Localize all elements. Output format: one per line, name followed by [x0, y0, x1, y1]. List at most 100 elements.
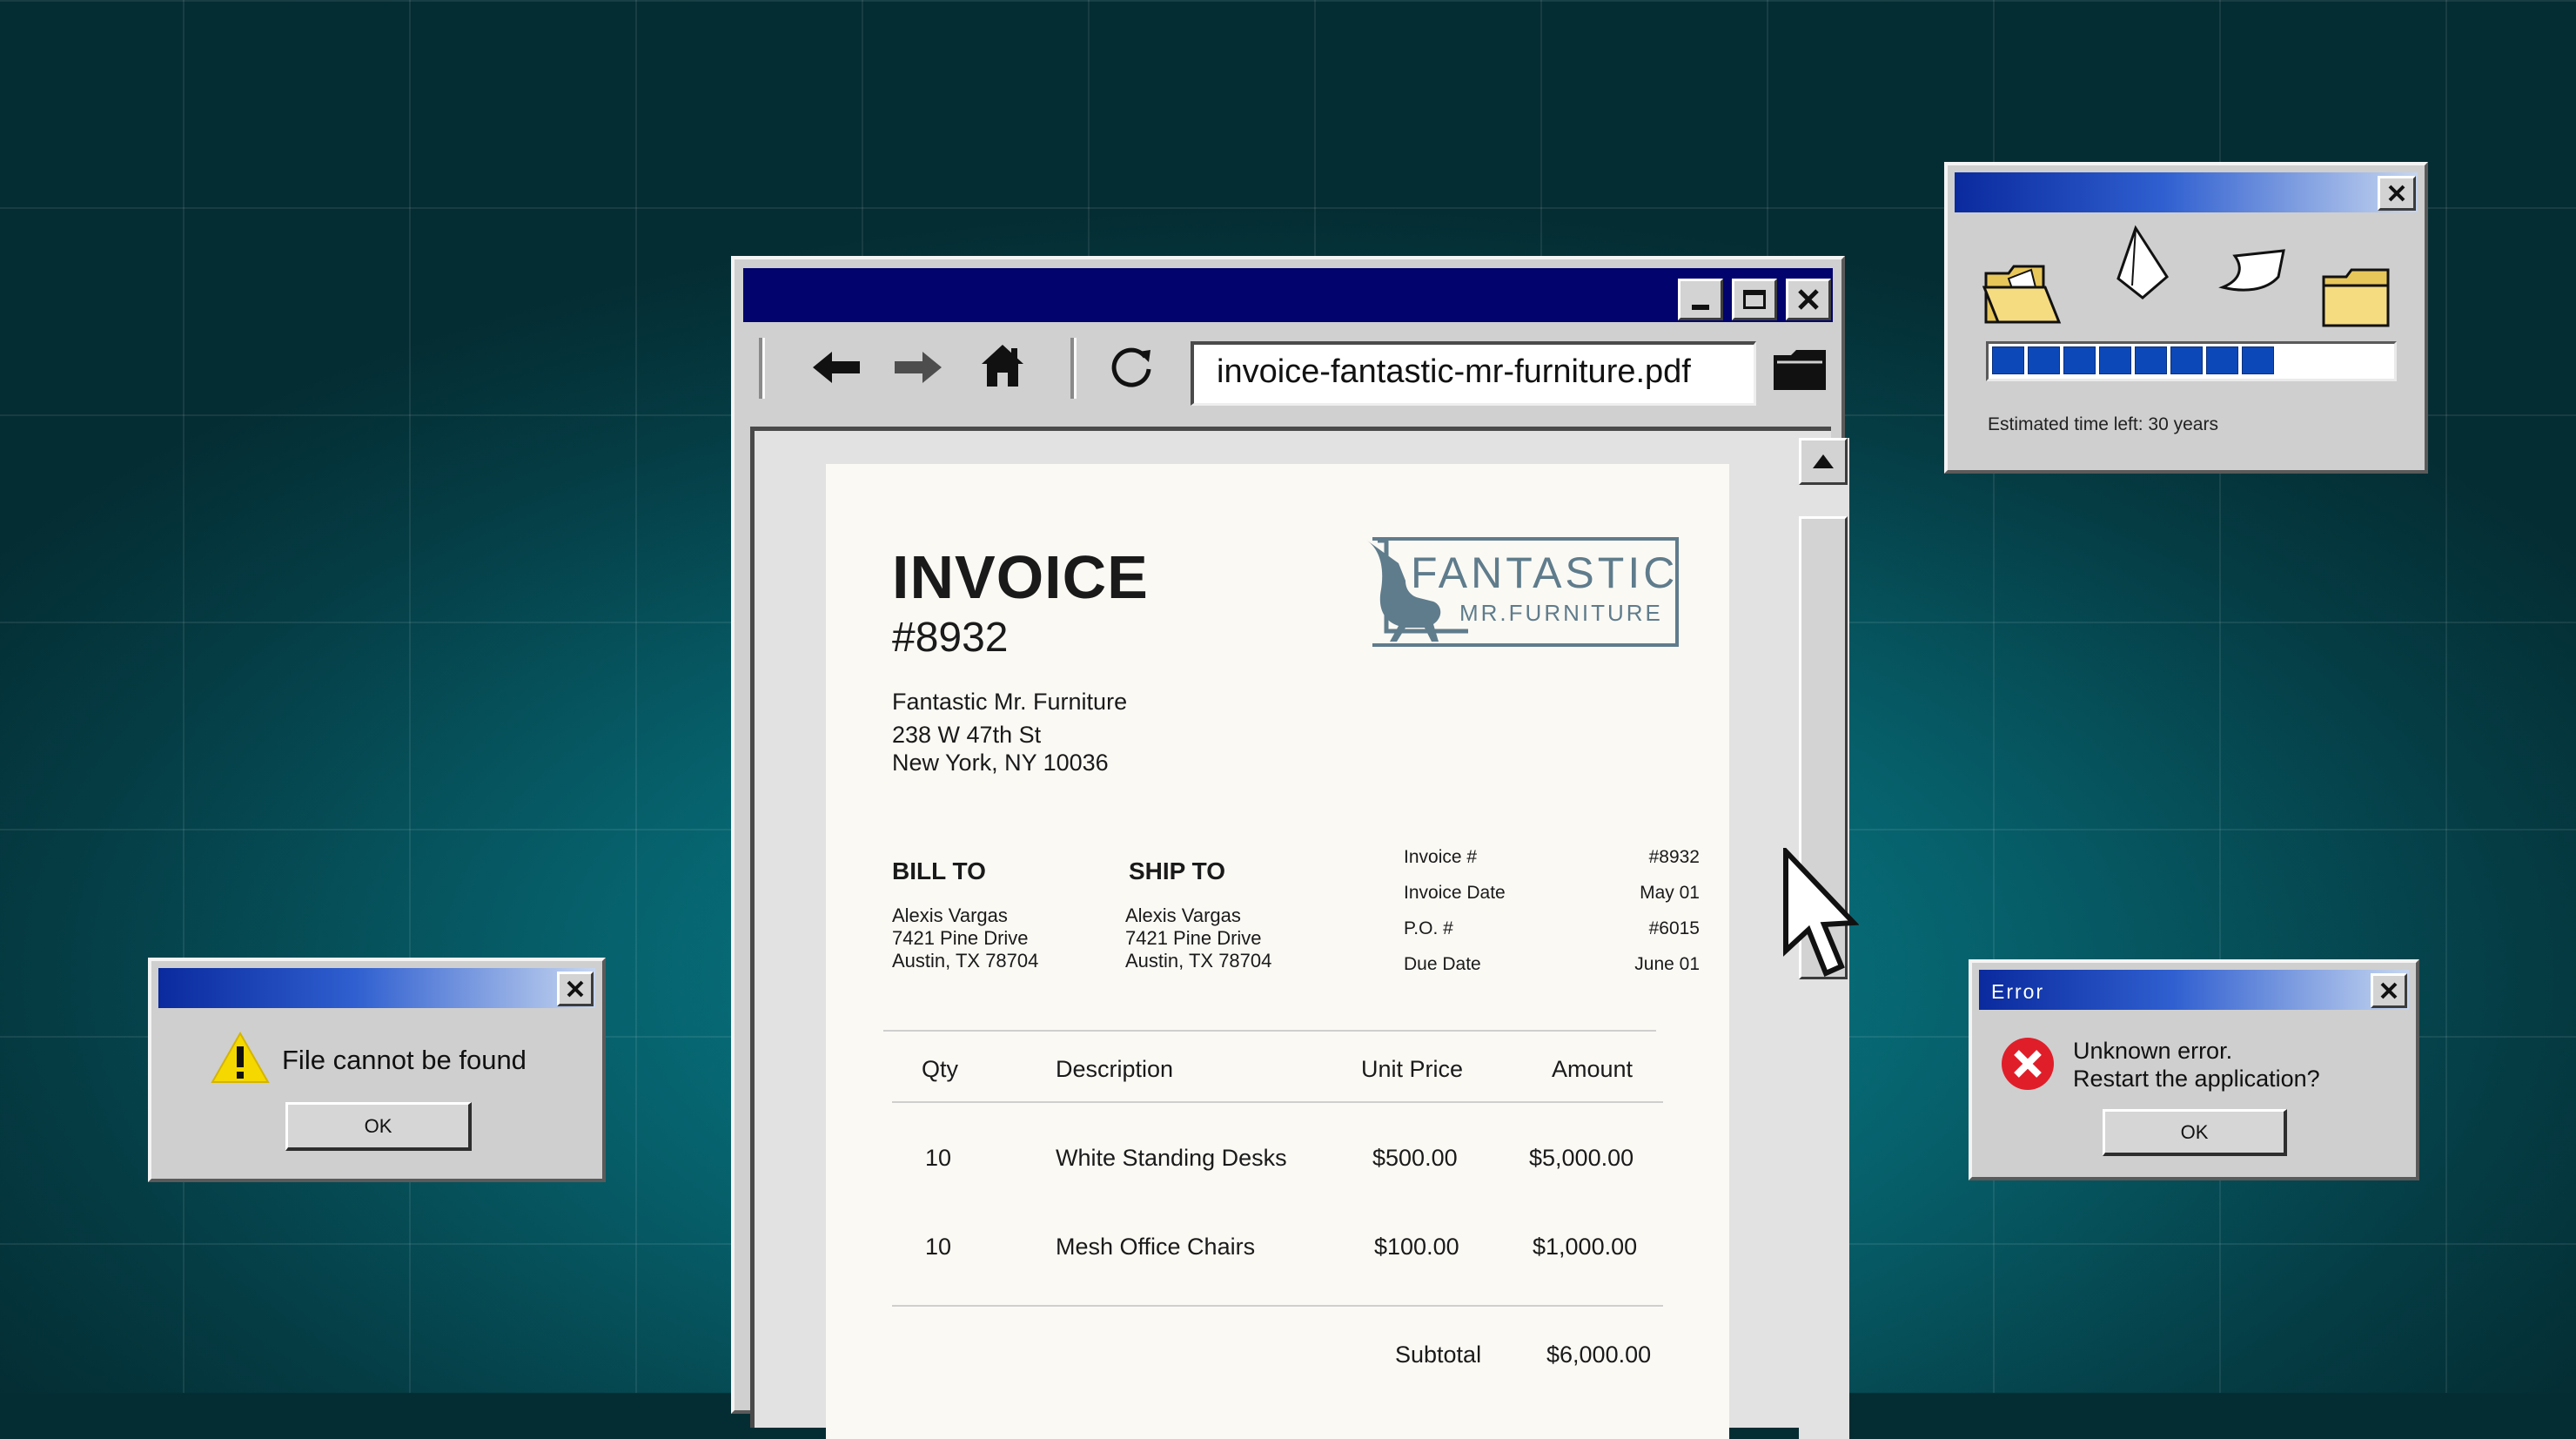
- dialog-title-bar[interactable]: Error: [1979, 970, 2409, 1010]
- progress-segment: [2063, 346, 2096, 374]
- meta-row: Invoice Date May 01: [1404, 883, 1700, 918]
- bill-to-line1: 7421 Pine Drive: [892, 927, 1029, 949]
- table-divider: [892, 1305, 1663, 1307]
- meta-label: P.O. #: [1404, 918, 1453, 938]
- browser-toolbar: invoice-fantastic-mr-furniture.pdf: [743, 329, 1833, 406]
- meta-label: Invoice Date: [1404, 883, 1506, 903]
- progress-segment: [2170, 346, 2203, 374]
- table-divider: [883, 1030, 1656, 1032]
- open-folder-icon: [1982, 265, 2062, 324]
- company-logo: FANTASTIC MR.FURNITURE: [1367, 537, 1679, 647]
- error-dialog: Error Unknown error. Restart the applica…: [1969, 959, 2419, 1180]
- flying-paper-icon: [2218, 249, 2285, 292]
- browser-title-bar[interactable]: [743, 268, 1833, 322]
- copy-progress-dialog: Estimated time left: 30 years: [1944, 162, 2428, 474]
- folder-icon: [2322, 268, 2390, 327]
- cell-amount: $1,000.00: [1533, 1234, 1638, 1260]
- error-icon: [2002, 1038, 2054, 1090]
- progress-segment: [2206, 346, 2238, 374]
- col-header-unit-price: Unit Price: [1361, 1056, 1464, 1082]
- cell-description: Mesh Office Chairs: [1056, 1234, 1256, 1260]
- cell-description: White Standing Desks: [1056, 1145, 1287, 1171]
- progress-segment: [2135, 346, 2167, 374]
- meta-value: May 01: [1640, 883, 1700, 903]
- ship-to-line2: Austin, TX 78704: [1125, 950, 1272, 972]
- cell-qty: 10: [925, 1145, 952, 1171]
- progress-segment: [2099, 346, 2131, 374]
- flying-paper-icon: [2116, 225, 2169, 299]
- back-arrow-icon[interactable]: [811, 348, 863, 387]
- document-viewport: INVOICE #8932 Fantastic Mr. Furniture 23…: [750, 427, 1849, 1439]
- maximize-button[interactable]: [1732, 279, 1777, 320]
- cell-unit-price: $100.00: [1374, 1234, 1459, 1260]
- progress-status-text: Estimated time left: 30 years: [1988, 414, 2218, 434]
- meta-label: Invoice #: [1404, 847, 1478, 867]
- table-divider: [892, 1101, 1663, 1103]
- invoice-heading: INVOICE: [892, 543, 1149, 611]
- progress-segment: [2028, 346, 2060, 374]
- meta-row: Invoice # #8932: [1404, 847, 1700, 883]
- meta-label: Due Date: [1404, 954, 1481, 974]
- refresh-icon[interactable]: [1107, 343, 1156, 392]
- bill-to-line2: Austin, TX 78704: [892, 950, 1039, 972]
- logo-text-secondary: MR.FURNITURE: [1459, 600, 1663, 626]
- ship-to-name: Alexis Vargas: [1125, 904, 1241, 926]
- warning-message: File cannot be found: [282, 1045, 527, 1075]
- home-icon[interactable]: [978, 341, 1027, 390]
- meta-value: #8932: [1648, 847, 1700, 867]
- dialog-close-button[interactable]: [557, 972, 594, 1006]
- warning-icon: [211, 1031, 270, 1083]
- subtotal-label: Subtotal: [1395, 1341, 1482, 1368]
- ship-to-line1: 7421 Pine Drive: [1125, 927, 1262, 949]
- col-header-qty: Qty: [922, 1056, 959, 1082]
- invoice-page: INVOICE #8932 Fantastic Mr. Furniture 23…: [826, 464, 1729, 1439]
- meta-row: Due Date June 01: [1404, 954, 1700, 990]
- error-message-line1: Unknown error.: [2073, 1038, 2233, 1064]
- subtotal-value: $6,000.00: [1546, 1341, 1652, 1368]
- dialog-close-button[interactable]: [2371, 973, 2407, 1008]
- arrow-up-icon: [1813, 454, 1834, 468]
- dialog-title-bar[interactable]: [158, 968, 595, 1008]
- progress-bar: [1986, 341, 2397, 381]
- close-icon: [567, 980, 584, 998]
- bill-to-label: BILL TO: [892, 857, 986, 884]
- address-bar[interactable]: invoice-fantastic-mr-furniture.pdf: [1191, 341, 1756, 406]
- minimize-icon: [1692, 305, 1709, 310]
- folder-icon[interactable]: [1772, 346, 1828, 393]
- logo-text-primary: FANTASTIC: [1411, 548, 1679, 597]
- cell-amount: $5,000.00: [1529, 1145, 1634, 1171]
- progress-segment: [2242, 346, 2274, 374]
- browser-window: invoice-fantastic-mr-furniture.pdf INVOI…: [731, 256, 1849, 1439]
- company-address-line1: 238 W 47th St: [892, 722, 1042, 748]
- ok-button[interactable]: OK: [285, 1102, 472, 1151]
- close-button[interactable]: [1786, 279, 1831, 320]
- bill-to-name: Alexis Vargas: [892, 904, 1008, 926]
- meta-value: #6015: [1648, 918, 1700, 938]
- dialog-title-bar[interactable]: [1955, 172, 2418, 212]
- invoice-number: #8932: [892, 615, 1009, 661]
- toolbar-separator: [1070, 338, 1077, 399]
- error-message-line2: Restart the application?: [2073, 1066, 2320, 1092]
- meta-row: P.O. # #6015: [1404, 918, 1700, 954]
- maximize-icon: [1743, 290, 1766, 309]
- dialog-title: Error: [1991, 980, 2045, 1003]
- progress-segment: [1992, 346, 2024, 374]
- meta-value: June 01: [1634, 954, 1700, 974]
- ok-button[interactable]: OK: [2103, 1109, 2287, 1156]
- ship-to-label: SHIP TO: [1129, 857, 1226, 884]
- company-address-line2: New York, NY 10036: [892, 750, 1109, 776]
- mouse-cursor-icon: [1783, 848, 1859, 978]
- minimize-button[interactable]: [1678, 279, 1723, 320]
- cell-unit-price: $500.00: [1372, 1145, 1458, 1171]
- close-icon: [1798, 289, 1819, 310]
- scroll-up-button[interactable]: [1799, 438, 1848, 485]
- dialog-close-button[interactable]: [2378, 176, 2416, 211]
- toolbar-separator: [759, 338, 765, 399]
- file-not-found-dialog: File cannot be found OK: [148, 958, 606, 1182]
- invoice-meta: Invoice # #8932 Invoice Date May 01 P.O.…: [1404, 847, 1700, 990]
- close-icon: [2380, 982, 2398, 999]
- company-name: Fantastic Mr. Furniture: [892, 689, 1128, 715]
- cell-qty: 10: [925, 1234, 952, 1260]
- forward-arrow-icon[interactable]: [891, 348, 943, 387]
- col-header-amount: Amount: [1552, 1056, 1633, 1082]
